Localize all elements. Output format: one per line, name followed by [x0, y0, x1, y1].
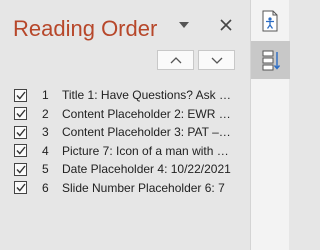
accessibility-checker-button[interactable]: [251, 2, 290, 40]
item-checkbox[interactable]: [14, 162, 27, 176]
close-icon: [220, 19, 232, 31]
list-item[interactable]: 6 Slide Number Placeholder 6: 7: [14, 179, 250, 198]
item-number: 1: [42, 88, 49, 103]
checkmark-icon: [15, 128, 26, 137]
item-number: 3: [42, 125, 49, 140]
pane-title: Reading Order: [13, 16, 158, 41]
reading-order-button[interactable]: [251, 41, 290, 79]
chevron-down-icon: [211, 57, 222, 64]
item-checkbox[interactable]: [14, 88, 27, 102]
item-label: Date Placeholder 4: 10/22/2021: [62, 162, 231, 177]
item-label: Content Placeholder 3: PAT – J…: [62, 125, 232, 140]
item-checkbox[interactable]: [14, 144, 27, 158]
pane-options-button[interactable]: [177, 20, 191, 30]
accessibility-check-icon: [262, 10, 277, 32]
checkmark-icon: [15, 91, 26, 100]
item-label: Slide Number Placeholder 6: 7: [62, 180, 225, 195]
item-checkbox[interactable]: [14, 125, 27, 139]
checkmark-icon: [15, 183, 26, 192]
item-number: 5: [42, 162, 49, 177]
item-checkbox[interactable]: [14, 181, 27, 195]
reading-order-icon: [262, 50, 280, 71]
list-item[interactable]: 2 Content Placeholder 2: EWR –…: [14, 105, 250, 124]
list-item[interactable]: 5 Date Placeholder 4: 10/22/2021: [14, 160, 250, 179]
item-number: 6: [42, 180, 49, 195]
item-number: 2: [42, 106, 49, 121]
item-number: 4: [42, 143, 49, 158]
list-item[interactable]: 3 Content Placeholder 3: PAT – J…: [14, 123, 250, 142]
checkmark-icon: [15, 109, 26, 118]
checkmark-icon: [15, 146, 26, 155]
list-item[interactable]: 1 Title 1: Have Questions? Ask y…: [14, 86, 250, 105]
move-down-button[interactable]: [198, 50, 235, 70]
close-button[interactable]: [216, 14, 236, 36]
checkmark-icon: [15, 165, 26, 174]
task-pane-sidebar: [250, 0, 290, 250]
move-up-button[interactable]: [157, 50, 194, 70]
chevron-up-icon: [170, 56, 181, 63]
item-label: Content Placeholder 2: EWR –…: [62, 106, 232, 121]
item-checkbox[interactable]: [14, 107, 27, 121]
item-label: Picture 7: Icon of a man with a…: [62, 143, 232, 158]
caret-down-icon: [179, 22, 189, 28]
item-label: Title 1: Have Questions? Ask y…: [62, 88, 232, 103]
reading-order-pane: Reading Order 1 Title 1: Have Questions?…: [0, 0, 250, 250]
list-item[interactable]: 4 Picture 7: Icon of a man with a…: [14, 142, 250, 161]
reading-order-list: 1 Title 1: Have Questions? Ask y… 2 Cont…: [14, 86, 250, 197]
